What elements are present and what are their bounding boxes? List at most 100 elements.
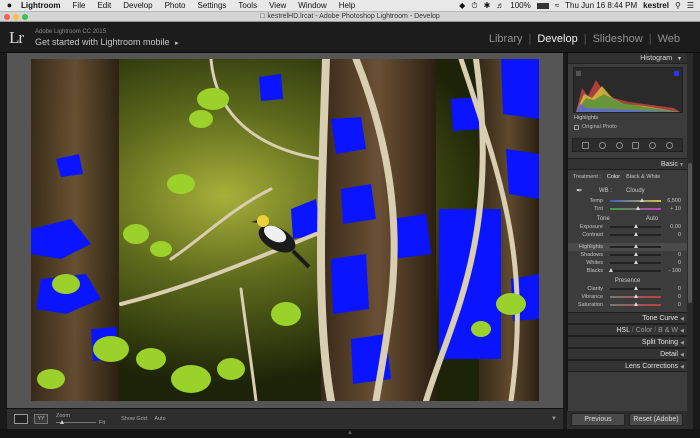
spotlight-icon[interactable]: ⚲: [675, 1, 681, 10]
photo-preview[interactable]: [31, 59, 539, 401]
menu-help[interactable]: Help: [339, 1, 355, 10]
menu-file[interactable]: File: [73, 1, 86, 10]
vibrance-slider[interactable]: [610, 294, 661, 298]
menu-photo[interactable]: Photo: [165, 1, 186, 10]
menu-settings[interactable]: Settings: [198, 1, 227, 10]
filmstrip-toggle-icon[interactable]: ▲: [0, 429, 700, 438]
checkbox-icon[interactable]: [574, 124, 579, 130]
minimize-window-button[interactable]: [13, 14, 19, 20]
sync-icon[interactable]: ⏱: [471, 1, 477, 11]
color-tab[interactable]: Color: [636, 327, 653, 334]
exposure-slider-row[interactable]: Exposure 0.00: [568, 223, 687, 231]
clarity-slider-row[interactable]: Clarity 0: [568, 285, 687, 293]
menu-app[interactable]: Lightroom: [21, 1, 61, 10]
module-develop[interactable]: Develop: [531, 33, 583, 45]
zoom-fit-value[interactable]: Fit: [99, 420, 105, 426]
vibrance-value[interactable]: 0: [665, 294, 683, 300]
blacks-slider-row[interactable]: Blacks - 100: [568, 267, 687, 275]
menu-develop[interactable]: Develop: [123, 1, 152, 10]
battery-percent[interactable]: 100%: [510, 1, 530, 10]
tint-slider-row[interactable]: Tint + 10: [568, 205, 687, 213]
dropbox-icon[interactable]: ◆: [459, 1, 465, 10]
scrollbar-thumb[interactable]: [688, 163, 692, 303]
blacks-slider[interactable]: [609, 268, 661, 272]
tone-curve-header[interactable]: Tone Curve ◀: [568, 312, 687, 324]
exposure-knob[interactable]: [633, 224, 638, 228]
expand-triangle-icon[interactable]: ◀: [680, 316, 684, 322]
saturation-slider[interactable]: [610, 302, 661, 306]
previous-button[interactable]: Previous: [571, 413, 625, 426]
expand-triangle-icon[interactable]: ◀: [680, 328, 684, 334]
module-slideshow[interactable]: Slideshow: [587, 33, 649, 45]
highlights-slider[interactable]: [610, 244, 661, 248]
shadow-clipping-indicator-icon[interactable]: [576, 71, 581, 76]
panel-scrollbar[interactable]: [687, 53, 693, 429]
tint-slider[interactable]: [610, 206, 661, 210]
detail-header[interactable]: Detail ◀: [568, 348, 687, 360]
reset-button[interactable]: Reset (Adobe): [629, 413, 683, 426]
spot-removal-icon[interactable]: [598, 141, 606, 149]
auto-tone-button[interactable]: Auto: [646, 216, 658, 222]
saturation-knob[interactable]: [633, 302, 638, 306]
shadows-value[interactable]: 0: [665, 252, 683, 258]
menu-view[interactable]: View: [269, 1, 286, 10]
clarity-value[interactable]: 0: [665, 286, 683, 292]
zoom-window-button[interactable]: [22, 14, 28, 20]
expand-triangle-icon[interactable]: ◀: [680, 364, 684, 370]
adjustment-brush-icon[interactable]: [666, 141, 674, 149]
shadows-slider[interactable]: [610, 252, 661, 256]
collapse-triangle-icon[interactable]: ▼: [677, 56, 682, 62]
original-photo-toggle[interactable]: Original Photo: [574, 124, 687, 130]
contrast-knob[interactable]: [633, 232, 638, 236]
hsl-header[interactable]: HSL / Color / B & W ◀: [568, 324, 687, 336]
histogram-title[interactable]: Histogram: [640, 55, 672, 62]
split-toning-title[interactable]: Split Toning: [642, 339, 678, 346]
eyedropper-icon[interactable]: ✒: [576, 186, 585, 195]
vibrance-knob[interactable]: [633, 294, 638, 298]
module-library[interactable]: Library: [483, 33, 529, 45]
lens-corrections-header[interactable]: Lens Corrections ◀: [568, 360, 687, 372]
zoom-knob[interactable]: [60, 420, 64, 424]
blacks-knob[interactable]: [609, 268, 614, 272]
hsl-tab[interactable]: HSL: [616, 327, 629, 334]
volume-icon[interactable]: ♬: [496, 1, 504, 10]
vibrance-slider-row[interactable]: Vibrance 0: [568, 293, 687, 301]
red-eye-icon[interactable]: [615, 141, 623, 149]
bw-tab[interactable]: B & W: [658, 327, 678, 334]
clipping-indicator-icon[interactable]: [674, 71, 679, 76]
temp-slider-row[interactable]: Temp 6,500: [568, 197, 687, 205]
whites-value[interactable]: 0: [665, 260, 683, 266]
whites-slider[interactable]: [610, 260, 661, 264]
photo-canvas[interactable]: [7, 53, 563, 408]
histogram-header[interactable]: Histogram ▼: [568, 53, 687, 64]
original-photo-label[interactable]: Original Photo: [582, 124, 617, 130]
toolbar-menu-icon[interactable]: ▼: [551, 416, 557, 422]
basic-header[interactable]: Basic ▼: [568, 158, 687, 170]
before-after-button[interactable]: YY: [34, 414, 48, 424]
saturation-value[interactable]: 0: [665, 302, 683, 308]
wifi-icon[interactable]: ≈: [555, 1, 559, 10]
menu-window[interactable]: Window: [298, 1, 326, 10]
close-window-button[interactable]: [4, 14, 10, 20]
highlights-knob[interactable]: [633, 244, 638, 248]
module-web[interactable]: Web: [652, 33, 686, 45]
contrast-slider[interactable]: [610, 232, 661, 236]
notification-icon[interactable]: ☰: [687, 1, 694, 10]
contrast-value[interactable]: 0: [665, 232, 683, 238]
histogram-graph[interactable]: [573, 67, 683, 113]
temp-value[interactable]: 6,500: [665, 198, 683, 204]
mobile-prompt[interactable]: Get started with Lightroom mobile ▸: [35, 37, 179, 47]
bluetooth-icon[interactable]: ✱: [484, 1, 491, 10]
exposure-slider[interactable]: [610, 224, 661, 228]
treatment-bw-button[interactable]: Black & White: [626, 174, 660, 180]
mobile-prompt-text[interactable]: Get started with Lightroom mobile: [35, 37, 170, 47]
crop-tool-icon[interactable]: [581, 141, 589, 149]
tint-knob[interactable]: [636, 206, 641, 210]
exposure-value[interactable]: 0.00: [665, 224, 683, 230]
shadows-slider-row[interactable]: Shadows 0: [568, 251, 687, 259]
treatment-color-button[interactable]: Color: [607, 174, 620, 180]
shadows-knob[interactable]: [633, 252, 638, 256]
loupe-view-icon[interactable]: [14, 414, 28, 424]
clarity-slider[interactable]: [610, 286, 661, 290]
detail-title[interactable]: Detail: [660, 351, 678, 358]
